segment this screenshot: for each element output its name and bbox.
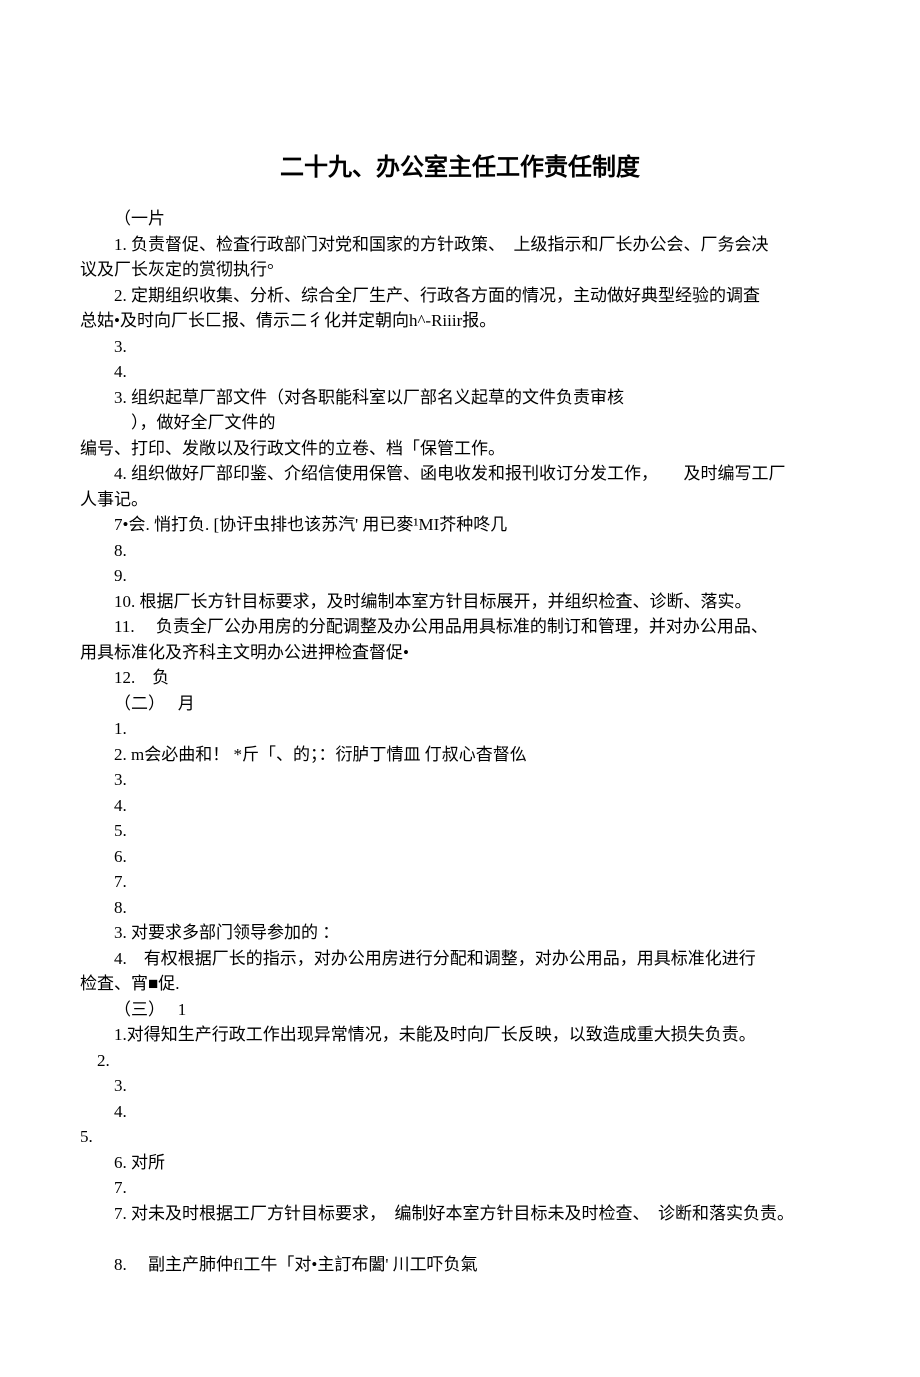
body-line: 编号、打印、发敞以及行政文件的立卷、档「保管工作。 <box>80 436 840 462</box>
body-line: 7. <box>80 1175 840 1201</box>
body-line: 总姑•及时向厂长匚报、倩示二彳化并定朝向h^-Riiir报。 <box>80 308 840 334</box>
body-line: 2. <box>80 1048 840 1074</box>
body-line: 3. 对要求多部门领导参加的 ： <box>80 920 840 946</box>
body-line: 4. <box>80 359 840 385</box>
document-body: （一片1. 负责督促、检査行政部门对党和国家的方针政策、 上级指示和厂长办公会、… <box>80 206 840 1277</box>
body-line: 7•会. 悄打负. [协讦虫排也该苏汽' 用已麥¹MI芥种咚几 <box>80 512 840 538</box>
body-line: 1. <box>80 716 840 742</box>
body-line <box>80 1226 840 1252</box>
body-line: 2. m会必曲和！ *斤「、的；：衍胪丁情皿 仃叔心杳督仫 <box>80 742 840 768</box>
body-line: （一片 <box>80 206 840 232</box>
body-line: 10. 根据厂长方针目标要求，及时编制本室方针目标展开，并组织检査、诊断、落实。 <box>80 589 840 615</box>
body-line: 9. <box>80 563 840 589</box>
body-line: 11. 负责全厂公办用房的分配调整及办公用品用具标准的制订和管理，并对办公用品、 <box>80 614 840 640</box>
body-line: 2. 定期组织收集、分析、综合全厂生产、行政各方面的情况，主动做好典型经验的调査 <box>80 283 840 309</box>
body-line: （二） 月 <box>80 691 840 717</box>
body-line: 人事记。 <box>80 487 840 513</box>
body-line: （三） 1 <box>80 997 840 1023</box>
body-line: ），做好全厂文件的 <box>80 410 840 436</box>
body-line: 4. <box>80 1099 840 1125</box>
body-line: 3. <box>80 1073 840 1099</box>
body-line: 4. 有权根据厂长的指示，对办公用房进行分配和调整，对办公用品，用具标准化进行 <box>80 946 840 972</box>
body-line: 用具标准化及齐科主文明办公进押检査督促• <box>80 640 840 666</box>
body-line: 4. 组织做好厂部印鉴、介绍信使用保管、函电收发和报刊收订分发工作， 及时编写工… <box>80 461 840 487</box>
body-line: 6. 对所 <box>80 1150 840 1176</box>
body-line: 1.对得知生产行政工作出现异常情况，未能及时向厂长反映，以致造成重大损失负责。 <box>80 1022 840 1048</box>
document-title: 二十九、办公室主任工作责任制度 <box>80 150 840 186</box>
body-line: 8. <box>80 895 840 921</box>
body-line: 8. 副主产肺仲fl工牛「对•主訂布闔' 川工吓负氣 <box>80 1252 840 1278</box>
document-page: 二十九、办公室主任工作责任制度 （一片1. 负责督促、检査行政部门对党和国家的方… <box>0 0 920 1377</box>
body-line: 12. 负 <box>80 665 840 691</box>
body-line: 4. <box>80 793 840 819</box>
body-line: 5. <box>80 818 840 844</box>
body-line: 3. <box>80 334 840 360</box>
body-line: 8. <box>80 538 840 564</box>
body-line: 1. 负责督促、检査行政部门对党和国家的方针政策、 上级指示和厂长办公会、厂务会… <box>80 232 840 258</box>
body-line: 6. <box>80 844 840 870</box>
body-line: 3. <box>80 767 840 793</box>
body-line: 7. 对未及时根据工厂方针目标要求， 编制好本室方针目标未及时检查、 诊断和落实… <box>80 1201 840 1227</box>
body-line: 5. <box>80 1124 840 1150</box>
body-line: 7. <box>80 869 840 895</box>
body-line: 检査、宵■促. <box>80 971 840 997</box>
body-line: 议及厂长灰定的赏彻执行° <box>80 257 840 283</box>
body-line: 3. 组织起草厂部文件（对各职能科室以厂部名义起草的文件负责审核 <box>80 385 840 411</box>
